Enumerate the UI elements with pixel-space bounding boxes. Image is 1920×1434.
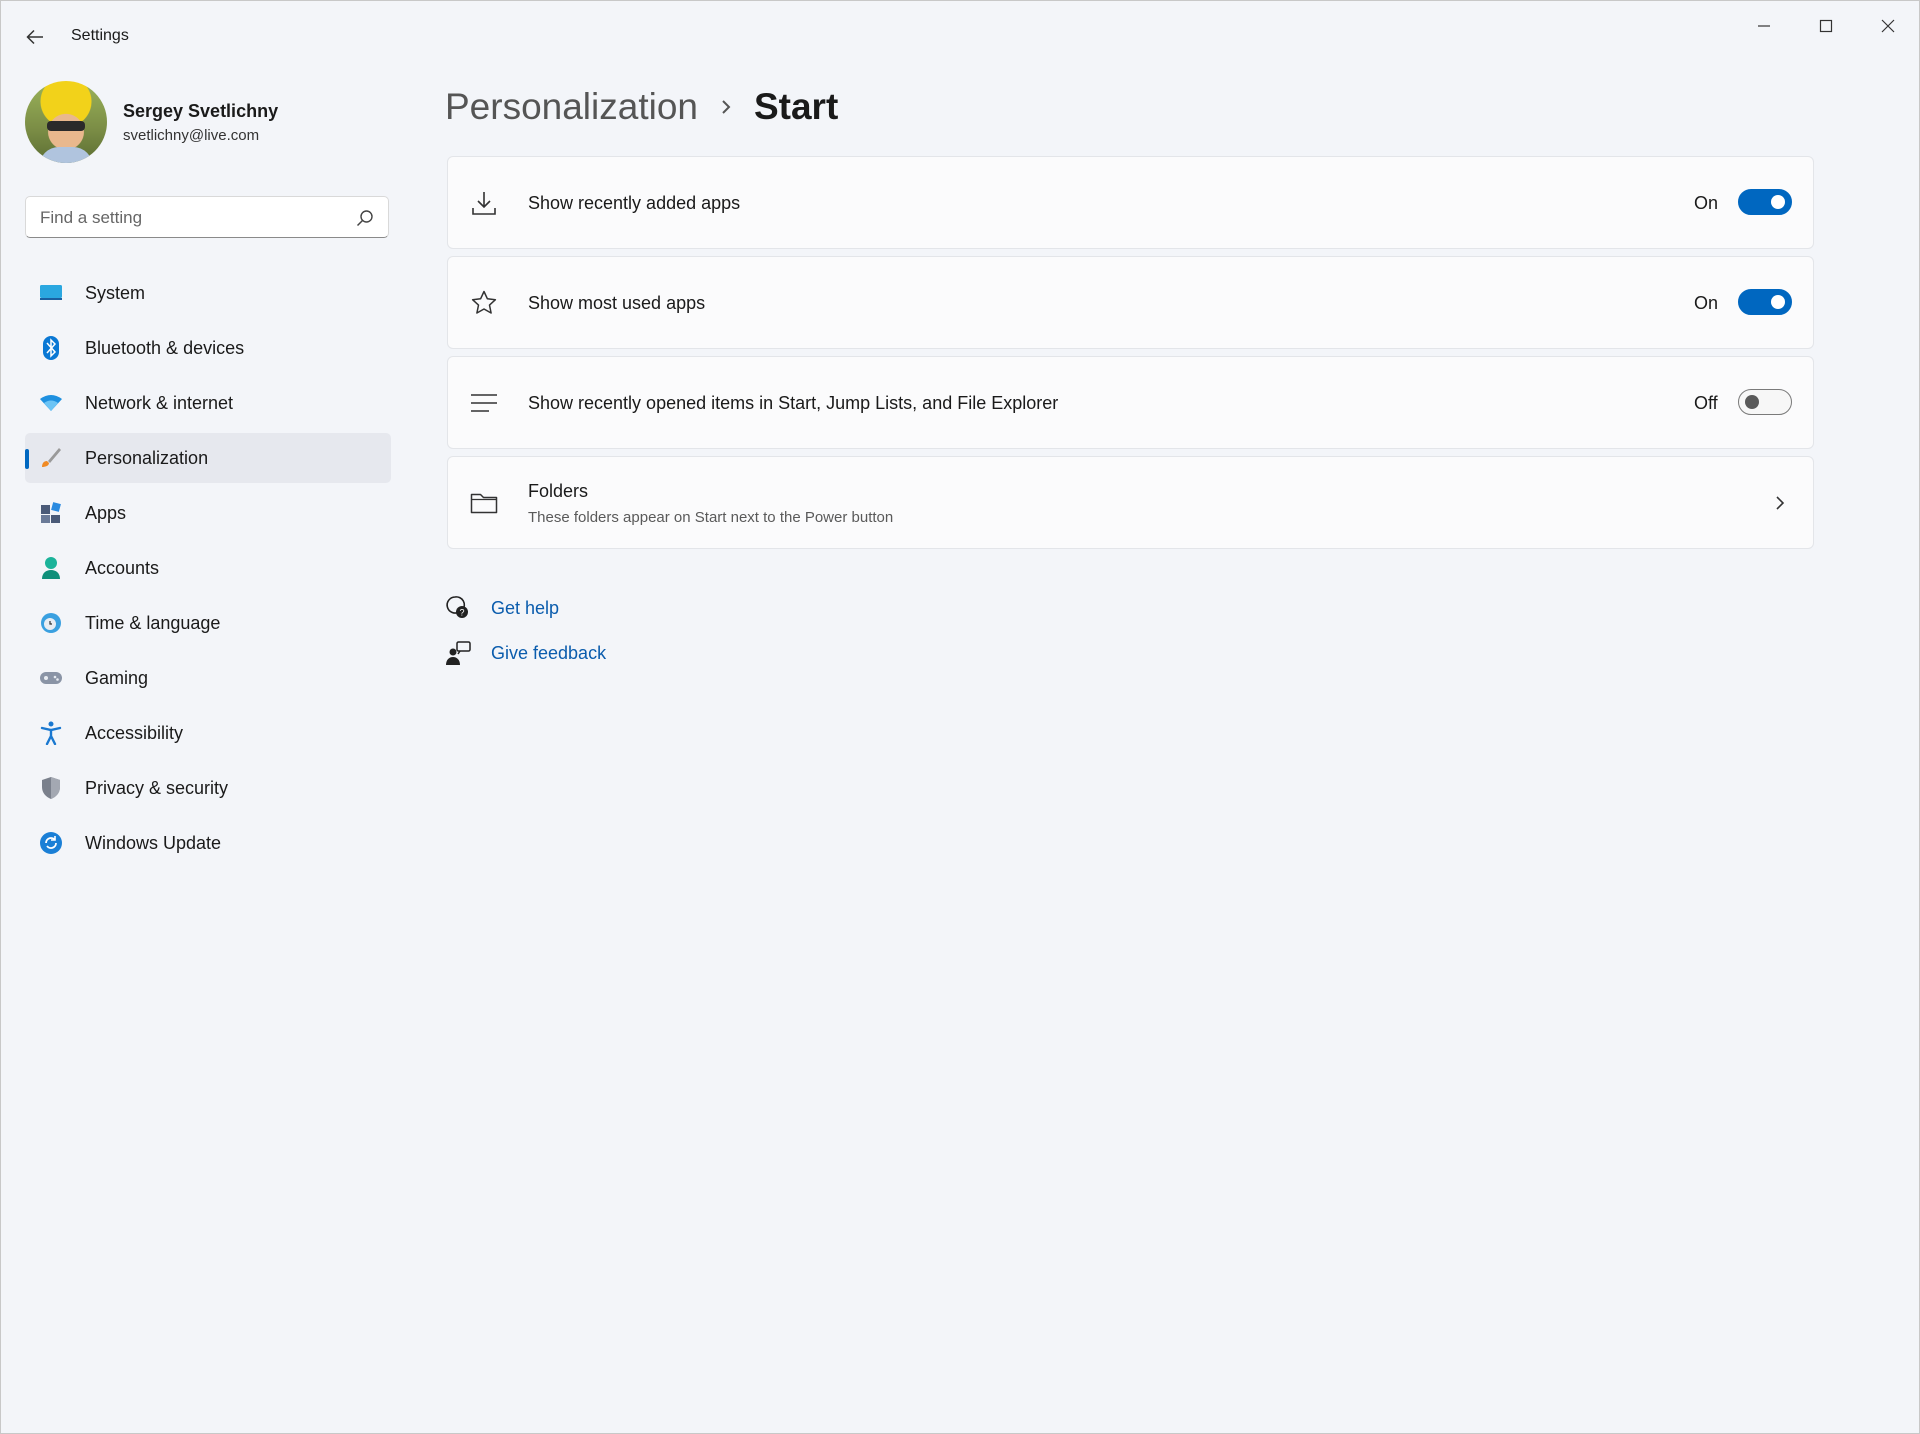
user-name: Sergey Svetlichny xyxy=(123,101,279,121)
sidebar-item-gaming[interactable]: Gaming xyxy=(25,653,391,703)
minimize-button[interactable] xyxy=(1741,11,1787,41)
maximize-button[interactable] xyxy=(1803,11,1849,41)
search-icon[interactable] xyxy=(356,209,374,227)
sidebar-item-label: Accessibility xyxy=(85,722,184,743)
sidebar-item-label: Accounts xyxy=(85,557,160,578)
sidebar-item-apps[interactable]: Apps xyxy=(25,488,391,538)
avatar[interactable] xyxy=(25,81,107,163)
clock-globe-icon xyxy=(39,611,63,635)
setting-label: Folders xyxy=(528,481,589,501)
bluetooth-icon xyxy=(39,336,63,360)
breadcrumb: Personalization Start xyxy=(445,83,838,131)
sidebar-item-label: Network & internet xyxy=(85,392,234,413)
sidebar-item-label: Windows Update xyxy=(85,832,222,853)
sidebar-item-accounts[interactable]: Accounts xyxy=(25,543,391,593)
wifi-icon xyxy=(39,391,63,415)
gamepad-icon xyxy=(39,666,63,690)
apps-icon xyxy=(39,501,63,525)
svg-text:?: ? xyxy=(459,608,464,618)
arrow-left-icon xyxy=(26,29,43,45)
sidebar-item-network[interactable]: Network & internet xyxy=(25,378,391,428)
sidebar-item-personalization[interactable]: Personalization xyxy=(25,433,391,483)
sidebar-item-label: Bluetooth & devices xyxy=(85,337,245,358)
settings-window: Settings Sergey Svetlichny svetlichny@li… xyxy=(0,0,1920,1434)
title-bar: Settings xyxy=(1,1,1919,71)
setting-card-recently-added: Show recently added apps On xyxy=(447,156,1814,249)
chevron-right-icon xyxy=(720,97,734,117)
search-box xyxy=(25,196,389,239)
chevron-right-icon xyxy=(1776,496,1785,510)
setting-label: Show most used apps xyxy=(528,293,706,313)
search-input[interactable] xyxy=(38,197,342,239)
help-chat-icon: ? xyxy=(446,596,468,618)
accessibility-icon xyxy=(39,721,63,745)
sidebar-item-privacy[interactable]: Privacy & security xyxy=(25,763,391,813)
back-button[interactable] xyxy=(21,23,49,51)
setting-card-recently-opened: Show recently opened items in Start, Jum… xyxy=(447,356,1814,449)
sidebar-item-bluetooth[interactable]: Bluetooth & devices xyxy=(25,323,391,373)
sidebar-item-label: System xyxy=(85,282,146,303)
get-help-link[interactable]: Get help xyxy=(491,598,559,619)
give-feedback-link[interactable]: Give feedback xyxy=(491,643,606,664)
feedback-icon xyxy=(446,641,471,665)
close-button[interactable] xyxy=(1865,11,1911,41)
recently-opened-toggle[interactable] xyxy=(1738,389,1792,415)
get-help-row: ? Get help xyxy=(445,593,559,623)
system-icon xyxy=(39,281,63,305)
give-feedback-row: Give feedback xyxy=(445,638,606,668)
maximize-icon xyxy=(1819,19,1833,33)
sidebar-item-accessibility[interactable]: Accessibility xyxy=(25,708,391,758)
setting-label: Show recently opened items in Start, Jum… xyxy=(528,393,1059,413)
minimize-icon xyxy=(1758,25,1770,27)
sidebar-nav: System Bluetooth & devices Network & int… xyxy=(25,268,391,873)
toggle-state-label: On xyxy=(1694,293,1719,313)
user-email: svetlichny@live.com xyxy=(123,127,260,144)
sidebar-item-label: Personalization xyxy=(85,447,209,468)
sidebar-item-windows-update[interactable]: Windows Update xyxy=(25,818,391,868)
brush-icon xyxy=(39,446,63,470)
breadcrumb-parent[interactable]: Personalization xyxy=(445,86,698,128)
person-icon xyxy=(39,556,63,580)
sidebar-item-label: Apps xyxy=(85,502,127,523)
setting-label: Show recently added apps xyxy=(528,193,741,213)
sidebar-item-label: Gaming xyxy=(85,667,149,688)
recently-added-toggle[interactable] xyxy=(1738,189,1792,215)
toggle-state-label: On xyxy=(1694,193,1719,213)
setting-card-most-used: Show most used apps On xyxy=(447,256,1814,349)
update-icon xyxy=(39,831,63,855)
download-icon xyxy=(472,192,496,215)
toggle-state-label: Off xyxy=(1694,393,1718,413)
close-icon xyxy=(1881,19,1895,33)
sidebar-item-time-language[interactable]: Time & language xyxy=(25,598,391,648)
shield-icon xyxy=(39,776,63,800)
setting-description: These folders appear on Start next to th… xyxy=(528,509,894,526)
sidebar-item-label: Time & language xyxy=(85,612,221,633)
app-title: Settings xyxy=(71,27,129,44)
page-title: Start xyxy=(753,86,839,127)
sidebar-item-system[interactable]: System xyxy=(25,268,391,318)
most-used-toggle[interactable] xyxy=(1738,289,1792,315)
folder-icon xyxy=(470,493,498,514)
list-icon xyxy=(471,394,497,412)
star-icon xyxy=(471,290,497,314)
setting-card-folders[interactable]: Folders These folders appear on Start ne… xyxy=(447,456,1814,549)
sidebar-item-label: Privacy & security xyxy=(85,777,229,798)
